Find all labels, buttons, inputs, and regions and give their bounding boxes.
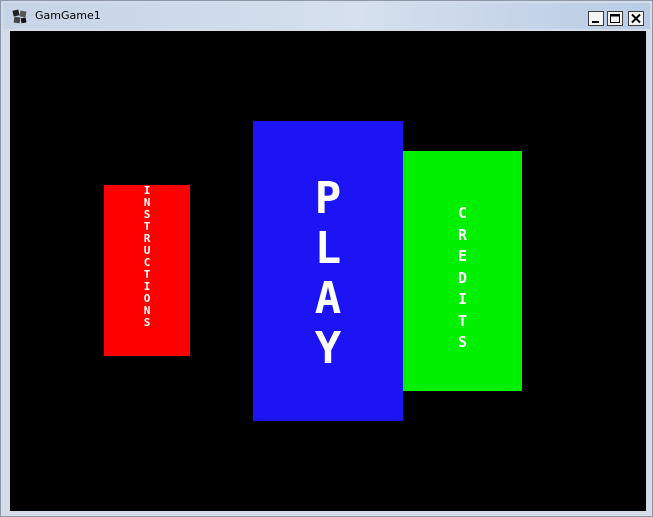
game-app-icon — [12, 9, 28, 25]
maximize-button[interactable] — [607, 11, 623, 26]
minimize-icon — [592, 21, 599, 23]
close-button[interactable] — [628, 11, 644, 26]
app-window: GamGame1 INSTRUCTIONS PLAY CREDITS — [0, 0, 653, 517]
instructions-button[interactable]: INSTRUCTIONS — [104, 185, 190, 356]
play-button[interactable]: PLAY — [253, 121, 403, 421]
credits-label: CREDITS — [457, 204, 468, 351]
title-bar[interactable]: GamGame1 — [3, 3, 650, 29]
maximize-icon — [610, 14, 620, 23]
close-icon — [631, 13, 641, 24]
game-canvas: INSTRUCTIONS PLAY CREDITS — [10, 31, 646, 511]
window-title: GamGame1 — [35, 9, 101, 22]
minimize-button[interactable] — [588, 11, 604, 26]
play-label: PLAY — [314, 173, 342, 374]
credits-button[interactable]: CREDITS — [403, 151, 522, 391]
instructions-label: INSTRUCTIONS — [143, 184, 151, 329]
